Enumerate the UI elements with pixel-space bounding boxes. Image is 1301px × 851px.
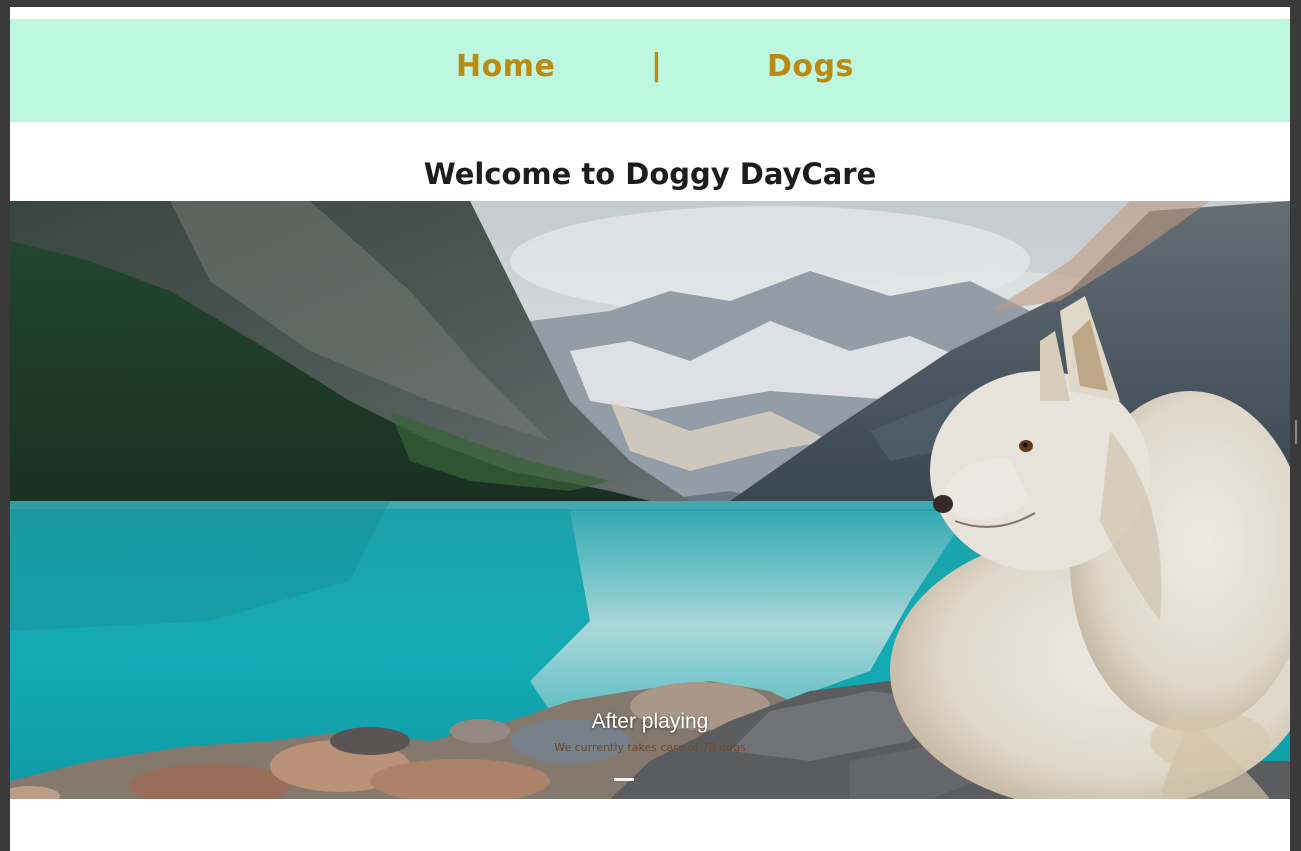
carousel[interactable]: After playing We currently takes care of…	[10, 201, 1290, 799]
scrollbar-grip[interactable]	[1295, 420, 1297, 444]
navbar: Home | Dogs	[10, 19, 1290, 122]
page: Home | Dogs Welcome to Doggy DayCare Aft…	[10, 7, 1290, 851]
nav-link-home[interactable]: Home	[456, 49, 555, 84]
nav-separator: |	[651, 48, 663, 83]
nav-link-dogs[interactable]: Dogs	[767, 49, 854, 84]
carousel-caption-text: We currently takes care of 78 dogs	[554, 741, 746, 754]
carousel-indicator-active[interactable]	[614, 778, 634, 781]
window-frame-top	[0, 0, 1301, 7]
window-frame-left	[0, 0, 10, 851]
page-title: Welcome to Doggy DayCare	[423, 157, 877, 191]
carousel-caption-title: After playing	[591, 710, 709, 733]
